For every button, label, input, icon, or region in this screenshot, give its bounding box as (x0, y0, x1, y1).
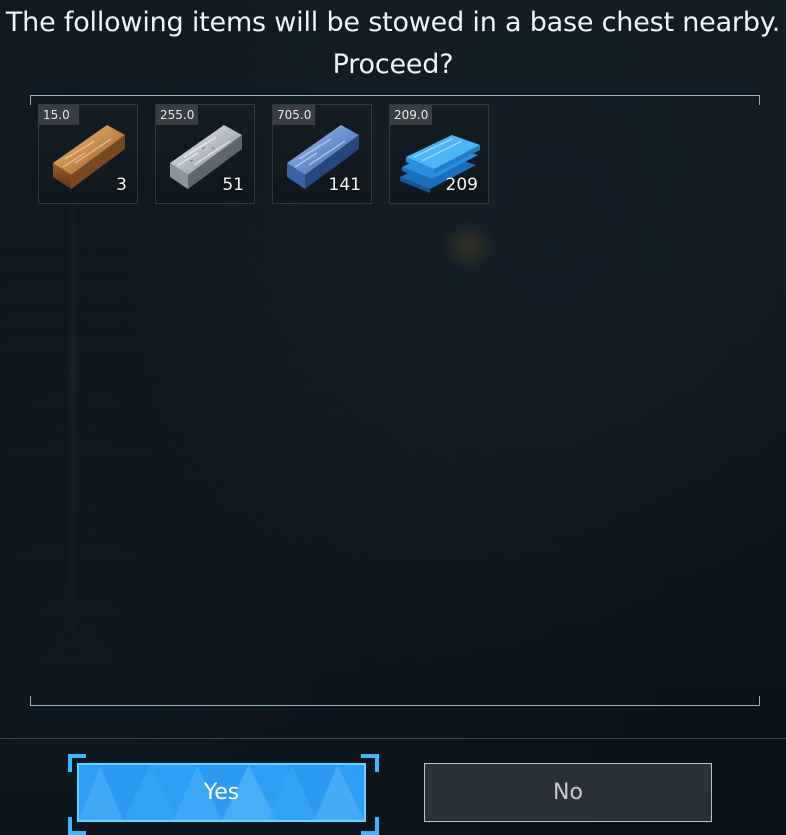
item-slot[interactable]: 15.0 3 (38, 104, 138, 204)
yes-button-label: Yes (203, 780, 240, 805)
frame-corner (30, 95, 31, 105)
stow-dialog-screen: The following items will be stowed in a … (0, 0, 786, 835)
item-quantity: 3 (116, 175, 127, 195)
no-button[interactable]: No (424, 763, 712, 822)
dialog-title-line-1: The following items will be stowed in a … (5, 7, 781, 38)
dialog-title-line-2: Proceed? (332, 49, 454, 80)
item-quantity: 141 (328, 175, 361, 195)
yes-button[interactable]: Yes (77, 763, 366, 822)
frame-corner (759, 95, 760, 105)
item-slot[interactable]: 209.0 209 (389, 104, 489, 204)
item-quantity: 51 (222, 175, 244, 195)
frame-corner (30, 696, 31, 706)
item-weight: 255.0 (156, 105, 199, 125)
item-weight: 15.0 (39, 105, 79, 125)
dialog-title: The following items will be stowed in a … (0, 2, 786, 86)
item-weight: 705.0 (273, 105, 316, 125)
no-button-label: No (553, 780, 583, 805)
button-row-divider (0, 738, 786, 739)
item-quantity: 209 (445, 175, 478, 195)
item-slot[interactable]: 255.0 51 (155, 104, 255, 204)
frame-bottom-edge (30, 705, 760, 706)
frame-corner (759, 696, 760, 706)
item-weight: 209.0 (390, 105, 433, 125)
item-slot[interactable]: 705.0 141 (272, 104, 372, 204)
frame-top-edge (30, 95, 760, 96)
item-slot-list: 15.0 3 255.0 51 705.0 141 209.0 209 (38, 104, 489, 204)
